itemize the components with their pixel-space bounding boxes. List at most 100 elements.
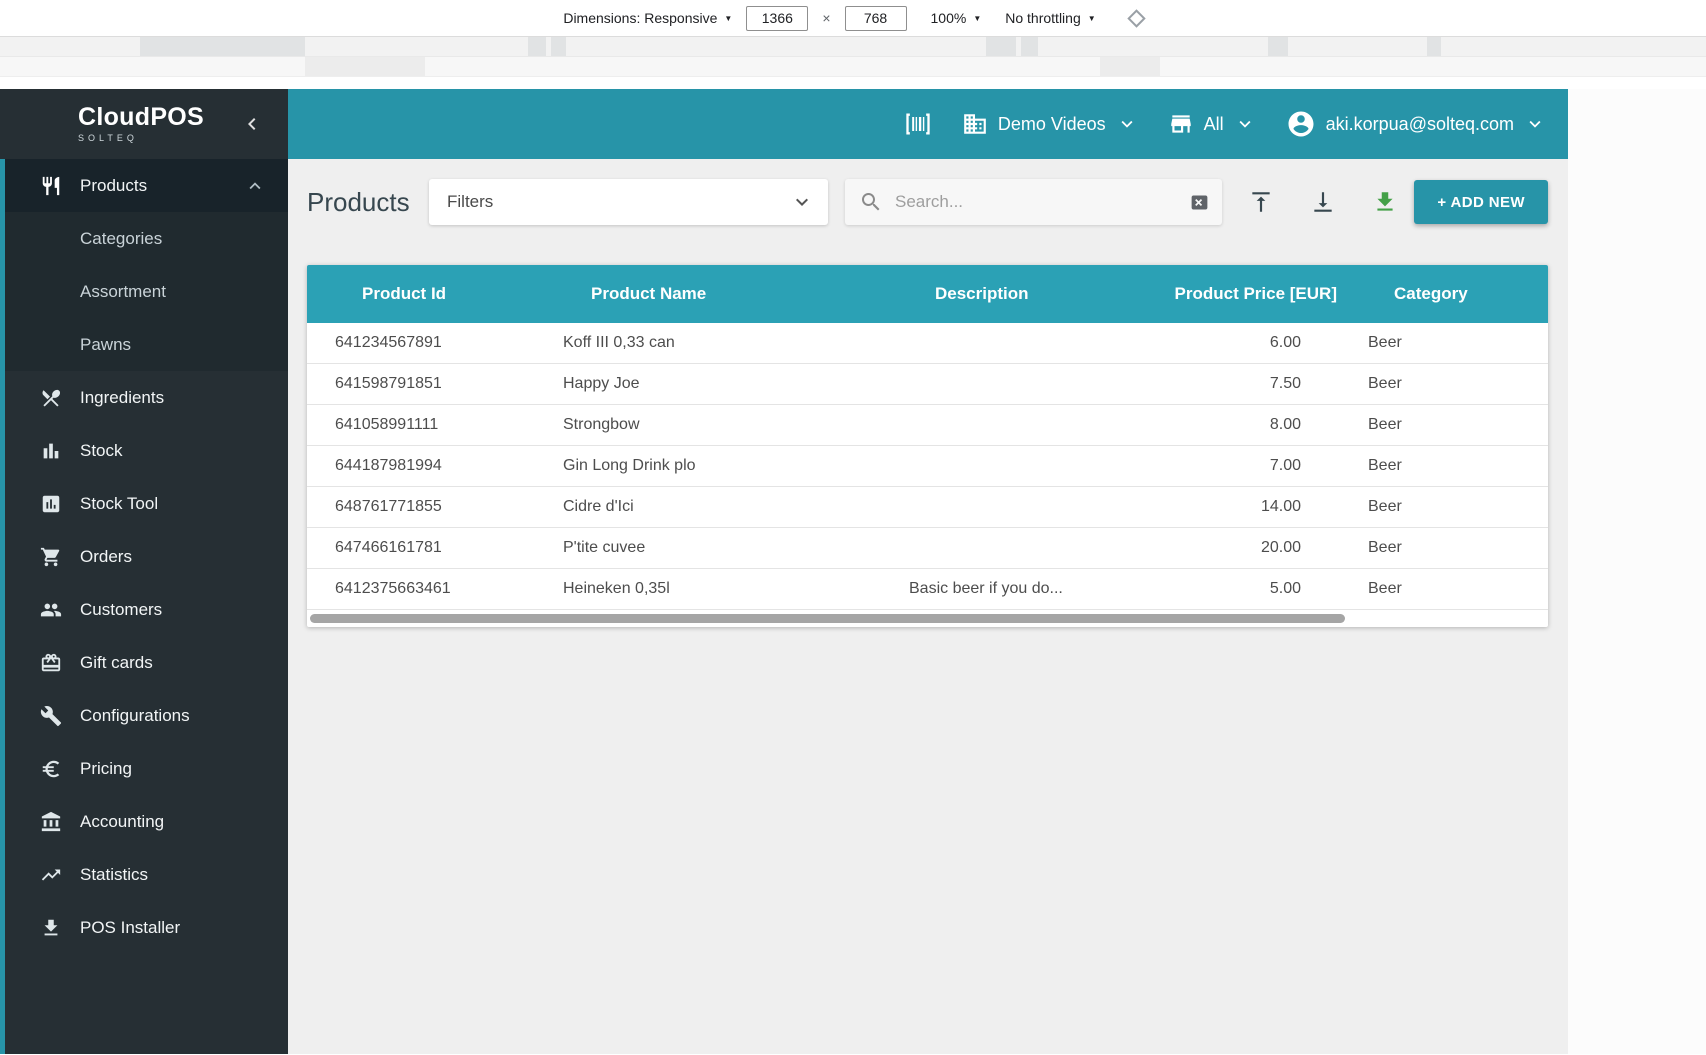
sidebar-item-label: Assortment xyxy=(80,281,166,301)
chevron-down-icon xyxy=(1524,113,1546,135)
sidebar-item-stock[interactable]: Stock xyxy=(0,424,288,477)
cell-product-id: 6412375663461 xyxy=(335,580,451,597)
sidebar-item-gift-cards[interactable]: Gift cards xyxy=(0,636,288,689)
page-title: Products xyxy=(307,186,410,217)
cell-product-id: 641598791851 xyxy=(335,375,442,392)
bar-chart-icon xyxy=(40,440,62,462)
sidebar-item-assortment[interactable]: Assortment xyxy=(0,265,288,318)
table-header-row: Product Id Product Name Description Prod… xyxy=(307,265,1548,323)
people-icon xyxy=(40,599,62,621)
chevron-down-icon xyxy=(1234,113,1256,135)
sidebar-item-pos-installer[interactable]: POS Installer xyxy=(0,901,288,954)
store-filter-value: All xyxy=(1203,113,1224,134)
sidebar-item-pricing[interactable]: Pricing xyxy=(0,742,288,795)
sidebar-item-label: Gift cards xyxy=(80,652,153,672)
zoom-label: 100% xyxy=(930,10,967,26)
viewport-height-input[interactable] xyxy=(844,5,907,31)
company-selector[interactable]: Demo Videos xyxy=(962,111,1138,137)
column-header-description[interactable]: Description xyxy=(860,284,1115,304)
add-new-button[interactable]: + ADD NEW xyxy=(1414,180,1548,224)
cell-description: Basic beer if you do... xyxy=(909,580,1063,597)
filters-dropdown[interactable]: Filters xyxy=(429,179,828,225)
topbar: Demo Videos All aki.korpua@solteq.com xyxy=(288,89,1568,159)
cell-price: 6.00 xyxy=(1269,334,1301,351)
download-icon xyxy=(40,917,62,939)
sidebar-item-label: Configurations xyxy=(80,705,190,725)
logo-title: CloudPOS xyxy=(78,103,205,131)
sidebar-item-label: Categories xyxy=(80,228,163,248)
sidebar-item-categories[interactable]: Categories xyxy=(0,212,288,265)
export-download-button[interactable] xyxy=(1362,179,1408,225)
search-input[interactable] xyxy=(895,192,1189,212)
table-row[interactable]: 641058991111 Strongbow 8.00 Beer xyxy=(307,405,1548,446)
table-row[interactable]: 647466161781 P'tite cuvee 20.00 Beer xyxy=(307,528,1548,569)
wrench-icon xyxy=(40,705,62,727)
table-row[interactable]: 641598791851 Happy Joe 7.50 Beer xyxy=(307,364,1548,405)
chevron-up-icon xyxy=(244,175,266,197)
dimensions-times: × xyxy=(822,10,831,26)
column-header-product-name[interactable]: Product Name xyxy=(535,284,860,304)
sidebar-item-statistics[interactable]: Statistics xyxy=(0,848,288,901)
main-area: Demo Videos All aki.korpua@solteq.com Pr… xyxy=(288,89,1568,1054)
table-row[interactable]: 644187981994 Gin Long Drink plo 7.00 Bee… xyxy=(307,446,1548,487)
sidebar-item-stock-tool[interactable]: Stock Tool xyxy=(0,477,288,530)
ruler-segment xyxy=(140,37,305,56)
avatar-icon xyxy=(1286,109,1316,139)
sidebar-item-orders[interactable]: Orders xyxy=(0,530,288,583)
cell-price: 7.50 xyxy=(1269,375,1301,392)
dimensions-select[interactable]: Dimensions: Responsive ▼ xyxy=(563,10,732,26)
sidebar-item-pawns[interactable]: Pawns xyxy=(0,318,288,371)
table-row[interactable]: 641234567891 Koff III 0,33 can 6.00 Beer xyxy=(307,323,1548,364)
euro-icon xyxy=(40,758,62,780)
sidebar-item-configurations[interactable]: Configurations xyxy=(0,689,288,742)
cell-product-id: 648761771855 xyxy=(335,498,442,515)
rotate-viewport-icon[interactable] xyxy=(1126,8,1146,28)
sidebar-item-accounting[interactable]: Accounting xyxy=(0,795,288,848)
sidebar-item-customers[interactable]: Customers xyxy=(0,583,288,636)
table-row[interactable]: 648761771855 Cidre d'Ici 14.00 Beer xyxy=(307,487,1548,528)
sidebar-collapse-icon[interactable] xyxy=(240,112,264,136)
table-row[interactable]: 6412375663461 Heineken 0,35l Basic beer … xyxy=(307,569,1548,610)
zoom-select[interactable]: 100% ▼ xyxy=(931,10,982,26)
viewport-width-input[interactable] xyxy=(746,5,809,31)
sidebar-accent-strip xyxy=(0,159,5,1054)
column-header-product-id[interactable]: Product Id xyxy=(307,284,535,304)
sidebar-item-label: Orders xyxy=(80,546,132,566)
search-icon xyxy=(859,190,883,214)
chevron-down-icon xyxy=(790,190,814,214)
sidebar-item-label: Products xyxy=(80,175,148,195)
cell-product-id: 641058991111 xyxy=(335,416,439,433)
filters-label: Filters xyxy=(447,192,494,211)
ruler-segment xyxy=(1021,37,1038,56)
upload-button[interactable] xyxy=(1238,179,1284,225)
throttling-label: No throttling xyxy=(1005,10,1081,26)
column-header-category[interactable]: Category xyxy=(1345,284,1548,304)
cell-price: 8.00 xyxy=(1269,416,1301,433)
devtools-toolbar: Dimensions: Responsive ▼ × 100% ▼ No thr… xyxy=(0,0,1706,37)
cell-category: Beer xyxy=(1368,457,1402,474)
throttling-select[interactable]: No throttling ▼ xyxy=(1005,10,1095,26)
store-selector[interactable]: All xyxy=(1168,111,1256,137)
bank-icon xyxy=(40,811,62,833)
search-bar xyxy=(845,179,1222,225)
sidebar-item-ingredients[interactable]: Ingredients xyxy=(0,371,288,424)
cell-price: 5.00 xyxy=(1269,580,1301,597)
sidebar-item-label: Ingredients xyxy=(80,387,165,407)
cell-product-name: Cidre d'Ici xyxy=(563,498,634,515)
clear-search-icon[interactable] xyxy=(1189,192,1210,213)
sidebar: CloudPOS SOLTEQ Products Categories Asso… xyxy=(0,89,288,1054)
download-button[interactable] xyxy=(1300,179,1346,225)
column-header-price[interactable]: Product Price [EUR] xyxy=(1115,284,1345,304)
user-menu[interactable]: aki.korpua@solteq.com xyxy=(1286,109,1546,139)
cell-product-id: 644187981994 xyxy=(335,457,442,474)
scrollbar-thumb[interactable] xyxy=(310,614,1345,623)
cell-product-name: Happy Joe xyxy=(563,375,640,392)
cell-category: Beer xyxy=(1368,539,1402,556)
media-query-bar xyxy=(0,57,1706,77)
horizontal-scrollbar[interactable] xyxy=(307,610,1548,627)
cell-product-name: Gin Long Drink plo xyxy=(563,457,696,474)
sidebar-item-label: Statistics xyxy=(80,864,149,884)
barcode-scanner-icon[interactable] xyxy=(904,110,932,138)
app-window: CloudPOS SOLTEQ Products Categories Asso… xyxy=(0,89,1706,1054)
sidebar-item-products[interactable]: Products xyxy=(0,159,288,212)
